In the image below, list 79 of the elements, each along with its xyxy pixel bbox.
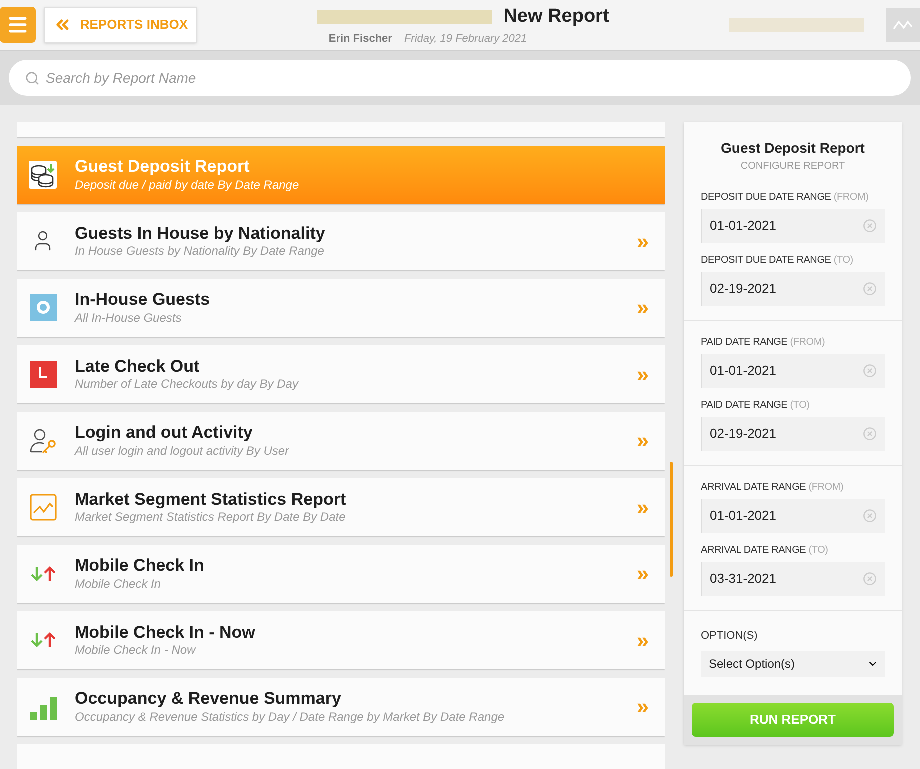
options-select[interactable]: Select Option(s): [701, 651, 885, 677]
chevron-icon: »: [636, 690, 649, 723]
date-value: 01-01-2021: [710, 217, 778, 236]
field-label: DEPOSIT DUE DATE RANGE (TO): [701, 254, 854, 268]
report-subtitle: Number of Late Checkouts by day By Day: [75, 377, 300, 392]
clear-icon[interactable]: [863, 364, 877, 378]
clear-icon[interactable]: [863, 282, 877, 296]
line-graph-icon: [893, 19, 913, 31]
menu-button[interactable]: [0, 7, 36, 43]
report-card[interactable]: Mobile Check In - Now Mobile Check In - Now »: [17, 611, 665, 669]
late-checkout-icon: L: [30, 360, 56, 388]
report-card[interactable]: Guests In House by Nationality In House Guests by Nationality By Date Range »: [17, 212, 665, 270]
clear-icon[interactable]: [863, 219, 877, 233]
report-card[interactable]: Occupancy & Revenue Summary Occupancy & Revenue Statistics by Day / Date Range by Market By Date Range »: [17, 678, 665, 736]
report-card[interactable]: Market Segment Statistics Report Market Segment Statistics Report By Date By Date »: [17, 478, 665, 536]
search-field[interactable]: Search by Report Name: [9, 60, 911, 96]
date-field[interactable]: 01-01-2021: [701, 354, 885, 388]
report-subtitle: In House Guests by Nationality By Date Range: [75, 244, 326, 260]
date-field[interactable]: 02-19-2021: [701, 272, 885, 306]
field-label: PAID DATE RANGE (FROM): [701, 336, 826, 350]
field-label: DEPOSIT DUE DATE RANGE (FROM): [701, 191, 870, 205]
search-icon: [25, 70, 40, 86]
report-card[interactable]: In-House Guests All In-House Guests »: [17, 278, 665, 336]
report-subtitle: Mobile Check In - Now: [75, 643, 198, 658]
report-subtitle: All user login and logout activity By User: [75, 444, 290, 459]
user-key-icon: [29, 426, 57, 454]
page-title: New Report: [504, 4, 610, 28]
date-field[interactable]: 02-19-2021: [701, 417, 885, 451]
config-title: Guest Deposit Report: [720, 139, 866, 158]
date-value: 02-19-2021: [710, 425, 778, 444]
field-label: ARRIVAL DATE RANGE (TO): [701, 544, 830, 558]
report-title: Occupancy & Revenue Summary: [75, 688, 342, 710]
activity-button[interactable]: [886, 8, 920, 42]
report-title: Late Check Out: [75, 356, 201, 378]
chevron-icon: »: [636, 424, 649, 457]
report-title: Login and out Activity: [75, 422, 254, 444]
field-label: OPTION(S): [701, 630, 758, 642]
report-subtitle: Market Segment Statistics Report By Date By Date: [75, 510, 347, 526]
down-up-arrows-icon: [30, 632, 56, 648]
report-card[interactable]: Mobile Check In Mobile Check In »: [17, 544, 665, 602]
report-title: Mobile Check In: [75, 555, 206, 577]
date-field[interactable]: 01-01-2021: [701, 209, 885, 243]
down-up-arrows-icon: [30, 566, 56, 582]
report-card[interactable]: [17, 122, 665, 137]
chevron-icon: »: [636, 557, 649, 590]
field-label: ARRIVAL DATE RANGE (FROM): [701, 481, 845, 495]
report-subtitle: Occupancy & Revenue Statistics by Day / Date Range by Market By Date Range: [75, 710, 506, 725]
report-subtitle: Mobile Check In: [75, 576, 162, 592]
coins-icon: [29, 160, 57, 188]
report-card[interactable]: Login and out Activity All user login and logout activity By User »: [17, 412, 665, 470]
report-subtitle: Deposit due / paid by date By Date Range: [75, 178, 300, 193]
report-title: In-House Guests: [75, 289, 212, 311]
menu-icon: [7, 14, 29, 36]
report-title: Guests In House by Nationality: [75, 222, 326, 244]
config-subtitle: CONFIGURE REPORT: [740, 160, 846, 174]
user-name: Erin Fischer: [328, 32, 392, 47]
report-title: Market Segment Statistics Report: [75, 488, 348, 510]
date-field[interactable]: 03-31-2021: [701, 562, 885, 596]
report-subtitle: All In-House Guests: [75, 310, 183, 326]
field-label: PAID DATE RANGE (TO): [701, 399, 811, 413]
date-field[interactable]: 01-01-2021: [701, 499, 885, 533]
date-value: 03-31-2021: [710, 570, 778, 588]
report-card[interactable]: L Late Check Out Number of Late Checkouts by day By Day »: [17, 345, 665, 403]
ring-icon: [30, 294, 56, 321]
chevron-icon: »: [636, 224, 649, 258]
report-title: Guest Deposit Report: [75, 156, 251, 178]
line-chart-icon: [30, 494, 56, 520]
chevron-icon: »: [636, 358, 649, 390]
date-value: 01-01-2021: [710, 362, 778, 380]
chevron-icon: »: [636, 624, 649, 656]
chevron-icon: »: [636, 490, 649, 524]
chevron-icon: »: [636, 291, 649, 324]
report-title: Mobile Check In - Now: [75, 622, 256, 644]
clear-icon[interactable]: [863, 509, 877, 523]
date-value: 01-01-2021: [710, 507, 778, 526]
clear-icon[interactable]: [863, 572, 877, 586]
date-value: 02-19-2021: [710, 280, 778, 298]
date-text: Friday, 19 February 2021: [404, 32, 528, 47]
clear-icon[interactable]: [863, 427, 877, 441]
